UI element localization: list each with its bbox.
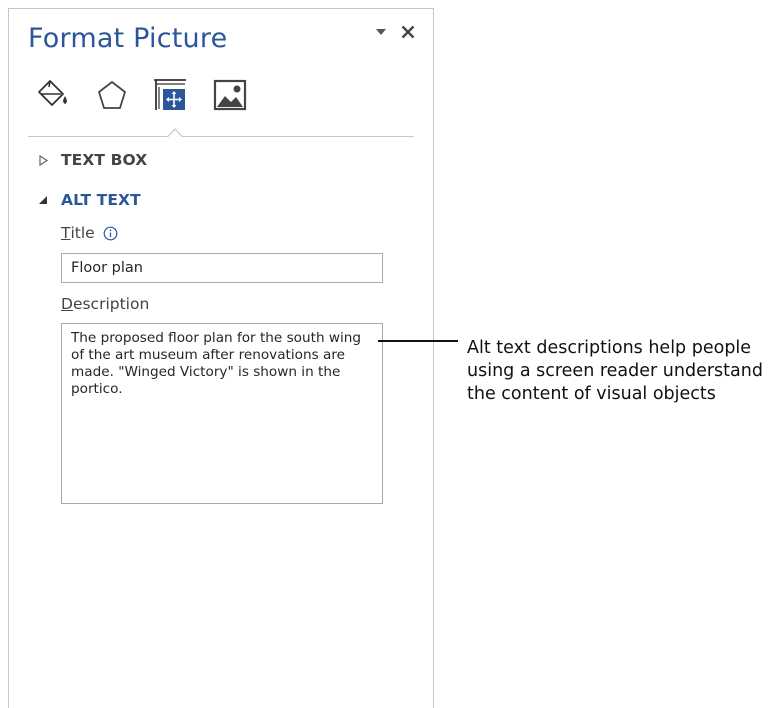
collapse-triangle-icon bbox=[36, 193, 50, 207]
callout-line bbox=[378, 340, 458, 342]
description-label: Description bbox=[61, 295, 149, 313]
section-alt-text[interactable]: ALT TEXT bbox=[36, 191, 141, 209]
callout-text: Alt text descriptions help people using … bbox=[467, 338, 763, 404]
pane-controls bbox=[373, 23, 417, 41]
tab-picture[interactable] bbox=[212, 77, 248, 113]
size-properties-icon bbox=[154, 79, 186, 110]
picture-icon bbox=[213, 79, 247, 111]
section-alt-text-label: ALT TEXT bbox=[61, 191, 141, 209]
format-picture-pane: Format Picture TEXT BOX ALT TEXT T itle … bbox=[8, 8, 434, 708]
alt-text-description-input[interactable]: The proposed floor plan for the south wi… bbox=[61, 323, 383, 504]
section-text-box[interactable]: TEXT BOX bbox=[36, 151, 147, 169]
tab-fill-line[interactable] bbox=[35, 77, 71, 113]
selected-tab-indicator bbox=[168, 128, 182, 137]
title-label-text: itle bbox=[70, 224, 95, 242]
alt-text-title-input[interactable] bbox=[61, 253, 383, 283]
description-label-accelerator: D bbox=[61, 295, 73, 313]
close-icon bbox=[401, 25, 415, 39]
fill-line-icon bbox=[38, 80, 67, 106]
pane-title: Format Picture bbox=[28, 23, 228, 54]
section-text-box-label: TEXT BOX bbox=[61, 151, 148, 169]
task-pane-options-button[interactable] bbox=[373, 24, 389, 40]
tab-effects[interactable] bbox=[94, 77, 130, 113]
chevron-down-icon bbox=[376, 29, 386, 35]
title-label: Title bbox=[61, 224, 118, 242]
info-icon[interactable] bbox=[103, 226, 118, 241]
description-label-text: escription bbox=[72, 295, 150, 313]
close-pane-button[interactable] bbox=[399, 23, 417, 41]
format-tabs bbox=[35, 77, 248, 113]
expand-triangle-icon bbox=[36, 153, 50, 167]
title-label-accelerator: T bbox=[61, 224, 71, 242]
tab-separator bbox=[28, 136, 414, 137]
effects-pentagon-icon bbox=[98, 81, 126, 109]
tab-size-properties[interactable] bbox=[153, 77, 189, 113]
